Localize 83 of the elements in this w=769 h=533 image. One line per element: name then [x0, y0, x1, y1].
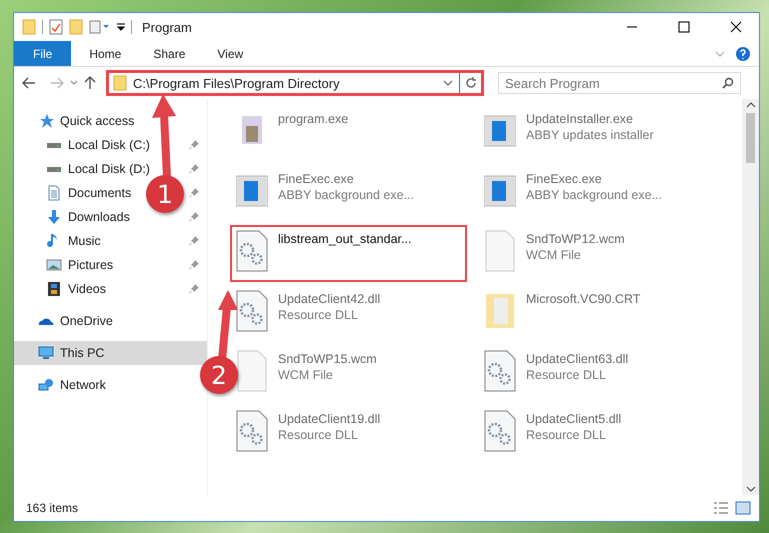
gear-file-icon	[484, 410, 516, 452]
details-view-icon[interactable]	[713, 501, 729, 515]
pin-icon[interactable]	[189, 260, 199, 270]
drive-icon	[46, 166, 62, 172]
file-item[interactable]: libstream_out_standar...	[230, 225, 467, 282]
file-name[interactable]: UpdateClient5.dll	[526, 412, 622, 426]
file-name[interactable]: SndToWP15.wcm	[278, 352, 377, 366]
search-field[interactable]: Search Program	[498, 72, 741, 94]
maximize-icon[interactable]	[678, 21, 690, 33]
sidebar-item[interactable]: Local Disk (D:)	[68, 162, 150, 176]
file-name[interactable]: UpdateClient63.dll	[526, 352, 628, 366]
sidebar-item[interactable]: OneDrive	[60, 314, 113, 328]
pin-icon[interactable]	[189, 284, 199, 294]
gear-file-icon	[236, 290, 268, 332]
file-name[interactable]: libstream_out_standar...	[278, 232, 412, 246]
file-name[interactable]: program.exe	[278, 112, 348, 126]
search-icon[interactable]	[722, 77, 734, 89]
file-type: WCM File	[526, 248, 582, 262]
pin-icon[interactable]	[189, 140, 199, 150]
sidebar-item[interactable]: Network	[60, 378, 106, 392]
sidebar-item[interactable]: Downloads	[68, 210, 130, 224]
sidebar-item[interactable]: Videos	[68, 282, 106, 296]
folder-icon	[69, 19, 83, 35]
gear-file-icon	[236, 410, 268, 452]
pin-icon[interactable]	[189, 236, 199, 246]
file-name[interactable]: FineExec.exe	[278, 172, 414, 186]
file-type: Resource DLL	[278, 308, 359, 322]
folder-icon	[113, 75, 127, 91]
gear-file-icon	[484, 350, 516, 392]
file-name[interactable]: UpdateClient42.dll	[278, 292, 380, 306]
pin-icon[interactable]	[189, 212, 199, 222]
recent-caret-icon[interactable]	[70, 80, 78, 86]
address-field[interactable]: C:\Program Files\Program Directory	[106, 70, 484, 96]
sidebar-item[interactable]: Local Disk (C:)	[68, 138, 150, 152]
sidebar-item[interactable]: Documents	[68, 186, 132, 200]
scroll-thumb[interactable]	[746, 113, 755, 163]
scrollbar[interactable]	[742, 99, 759, 495]
file-name[interactable]: Microsoft.VC90.CRT	[526, 292, 640, 306]
gear-file-icon	[236, 230, 268, 272]
picture-icon	[46, 257, 62, 273]
close-icon[interactable]	[730, 21, 742, 33]
monitor-icon	[38, 345, 54, 361]
file-name[interactable]: UpdateClient19.dll	[278, 412, 380, 426]
customize-caret-icon[interactable]	[117, 23, 125, 31]
ribbon-tab[interactable]: File	[14, 41, 72, 66]
file-type: ABBY background exe...	[278, 188, 414, 202]
sidebar-item[interactable]: Music	[68, 234, 101, 248]
file-type: WCM File	[278, 368, 334, 382]
back-arrow-icon[interactable]	[22, 77, 36, 89]
blank-file-icon	[236, 350, 268, 392]
file-name[interactable]: UpdateInstaller.exe	[526, 112, 654, 126]
window-title: Program	[142, 20, 193, 34]
drive-icon	[46, 142, 62, 148]
sidebar-item[interactable]: Pictures	[68, 258, 114, 272]
file-type: ABBY background exe...	[526, 188, 662, 202]
film-icon	[46, 281, 62, 297]
refresh-icon[interactable]	[464, 77, 476, 89]
up-arrow-icon[interactable]	[84, 76, 96, 90]
ribbon-tab[interactable]: Home	[75, 41, 136, 66]
file-type: ABBY updates installer	[526, 128, 654, 142]
file-name[interactable]: FineExec.exe	[526, 172, 662, 186]
folder-icon	[22, 19, 36, 35]
minimize-icon[interactable]	[627, 26, 637, 28]
properties-icon[interactable]	[49, 19, 63, 35]
star-icon	[38, 113, 54, 129]
ribbon-tab[interactable]: View	[203, 41, 258, 66]
ribbon-tab[interactable]: Share	[139, 41, 200, 66]
file-type: Resource DLL	[526, 428, 607, 442]
file-type: Resource DLL	[526, 368, 607, 382]
document-icon	[46, 185, 62, 201]
pin-icon[interactable]	[189, 164, 199, 174]
pin-icon[interactable]	[189, 188, 199, 198]
network-icon	[38, 377, 54, 393]
file-name[interactable]: SndToWP12.wcm	[526, 232, 625, 246]
file-type: Resource DLL	[278, 428, 359, 442]
item-count: 163 items	[26, 501, 80, 515]
layout-dropdown-icon[interactable]	[89, 20, 111, 34]
down-arrow-icon	[46, 209, 62, 225]
caret-icon[interactable]	[443, 79, 453, 87]
sidebar-item[interactable]: This PC	[14, 341, 207, 365]
blank-file-icon	[484, 230, 516, 272]
sidebar-item[interactable]: Quick access	[60, 114, 134, 128]
large-icons-view-icon[interactable]	[735, 501, 751, 515]
